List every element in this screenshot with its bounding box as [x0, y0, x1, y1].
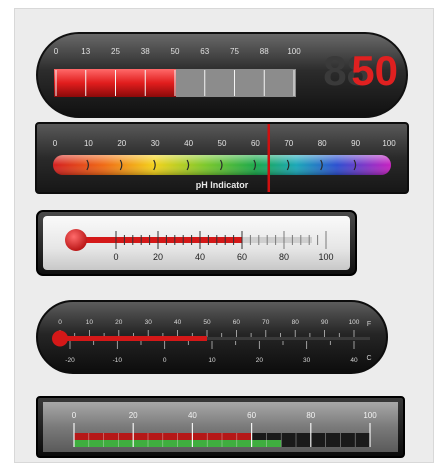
scale-label: 50 — [218, 139, 227, 148]
scale-label: 60 — [251, 139, 260, 148]
scale-label: 90 — [351, 139, 360, 148]
scale-label: 0 — [72, 411, 77, 420]
thermometer-bulb — [52, 330, 68, 347]
scale-label: 80 — [279, 252, 289, 262]
scale-label: 30 — [151, 139, 160, 148]
fahrenheit-label: 40 — [174, 319, 182, 326]
scale-label: 10 — [84, 139, 93, 148]
scale-label: 40 — [184, 139, 193, 148]
fahrenheit-label: 10 — [86, 319, 94, 326]
scale-label: 20 — [153, 252, 163, 262]
thermometer-gauge-dual-scale: 0 10 20 30 40 50 60 70 80 90 100 F -20 -10 0 10 20 30 40… — [36, 300, 388, 374]
scale-label: 20 — [129, 411, 138, 420]
celsius-label: 0 — [163, 357, 167, 364]
scale-label: 40 — [188, 411, 197, 420]
scale-label: 80 — [306, 411, 315, 420]
fahrenheit-label: 80 — [292, 319, 300, 326]
celsius-label: -10 — [113, 357, 123, 364]
fahrenheit-label: 60 — [233, 319, 241, 326]
scale-label: 63 — [200, 47, 209, 56]
fahrenheit-label: 100 — [349, 319, 360, 326]
celsius-unit: C — [366, 355, 371, 362]
scale-label: 100 — [287, 47, 301, 56]
scale-label: 75 — [230, 47, 239, 56]
scale-label: 100 — [318, 252, 333, 262]
thermometer-fill — [60, 336, 207, 341]
fahrenheit-label: 90 — [321, 319, 329, 326]
fahrenheit-label: 50 — [203, 319, 211, 326]
fahrenheit-label: 30 — [145, 319, 153, 326]
scale-label: 100 — [363, 411, 377, 420]
celsius-label: 20 — [256, 357, 264, 364]
scale-label: 13 — [81, 47, 90, 56]
fahrenheit-label: 70 — [262, 319, 270, 326]
celsius-label: 40 — [350, 357, 358, 364]
scale-label: 60 — [247, 411, 256, 420]
scale-label: 20 — [117, 139, 126, 148]
thermometer-bulb — [65, 229, 87, 251]
celsius-label: -20 — [65, 357, 75, 364]
fahrenheit-label: 0 — [58, 319, 62, 326]
scale-label: 70 — [284, 139, 293, 148]
thermometer-gauge-light: 0 20 40 60 80 100 — [36, 210, 357, 276]
scale-label: 88 — [260, 47, 269, 56]
linear-gauge-percent: 0 13 25 38 50 63 75 88 100 88 50 — [36, 32, 408, 118]
segmented-bar-gauge: 0 20 40 60 80 100 — [36, 396, 405, 458]
scale-label: 0 — [54, 47, 59, 56]
scale-label: 40 — [195, 252, 205, 262]
scale-label: 60 — [237, 252, 247, 262]
scale-label: 0 — [113, 252, 118, 262]
scale-label: 25 — [111, 47, 120, 56]
gauge-caption: pH Indicator — [196, 180, 249, 190]
scale-label: 50 — [171, 47, 180, 56]
fahrenheit-label: 20 — [115, 319, 123, 326]
fahrenheit-unit: F — [367, 321, 371, 328]
celsius-label: 30 — [303, 357, 311, 364]
celsius-label: 10 — [208, 357, 216, 364]
scale-label: 80 — [318, 139, 327, 148]
scale-label: 0 — [53, 139, 58, 148]
scale-label: 100 — [382, 139, 396, 148]
scale-label: 38 — [141, 47, 150, 56]
ph-indicator-gauge: 0 10 20 30 40 50 60 70 80 90 100 pH Indicator — [35, 122, 409, 194]
digital-readout: 50 — [351, 47, 398, 94]
